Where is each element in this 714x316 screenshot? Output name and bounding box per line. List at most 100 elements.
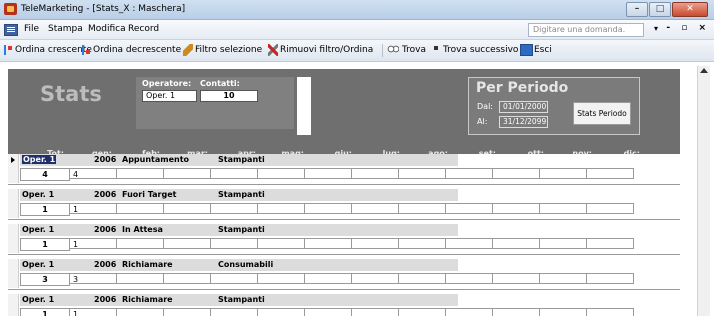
total-field[interactable]: 1 (20, 203, 70, 216)
record-operator[interactable]: Oper. 1 (22, 225, 54, 234)
record-block[interactable]: Oper. 1 2006 Appuntamento Stampanti 4 4 (8, 154, 680, 186)
help-question-input[interactable]: Digitare una domanda. (528, 23, 644, 37)
month-field[interactable] (304, 308, 352, 316)
record-block[interactable]: Oper. 1 2006 Fuori Target Stampanti 1 1 (8, 189, 680, 221)
record-status[interactable]: Fuori Target (122, 190, 176, 199)
record-year[interactable]: 2006 (94, 190, 116, 199)
month-field[interactable] (304, 168, 352, 179)
month-field[interactable] (539, 203, 587, 214)
month-field[interactable]: 1 (69, 238, 117, 249)
month-field[interactable] (539, 238, 587, 249)
mdi-window-controls[interactable]: - ▫ × (666, 23, 710, 33)
month-field[interactable] (492, 273, 540, 284)
record-selector[interactable] (8, 224, 19, 253)
find-button[interactable]: Trova (402, 45, 426, 55)
total-field[interactable]: 3 (20, 273, 70, 286)
month-field[interactable] (257, 203, 305, 214)
month-field[interactable] (398, 273, 446, 284)
month-field[interactable] (116, 308, 164, 316)
menu-modifica[interactable]: Modifica (88, 24, 126, 34)
month-field[interactable] (445, 203, 493, 214)
month-field[interactable] (351, 168, 399, 179)
record-operator[interactable]: Oper. 1 (22, 190, 54, 199)
month-field[interactable]: 1 (69, 308, 117, 316)
total-field[interactable]: 1 (20, 238, 70, 251)
month-field[interactable] (398, 168, 446, 179)
total-field[interactable]: 1 (20, 308, 70, 316)
month-field[interactable] (257, 238, 305, 249)
month-field[interactable] (492, 168, 540, 179)
record-type[interactable]: Stampanti (218, 225, 265, 234)
month-field[interactable] (163, 273, 211, 284)
record-type[interactable]: Consumabili (218, 260, 273, 269)
minimize-button[interactable]: – (626, 2, 648, 17)
month-field[interactable] (586, 273, 634, 284)
record-status[interactable]: Richiamare (122, 295, 173, 304)
record-selector[interactable] (8, 294, 19, 316)
month-field[interactable] (445, 273, 493, 284)
month-field[interactable] (351, 273, 399, 284)
month-field[interactable] (492, 203, 540, 214)
month-field[interactable] (163, 238, 211, 249)
record-block[interactable]: Oper. 1 2006 In Attesa Stampanti 1 1 (8, 224, 680, 256)
record-operator[interactable]: Oper. 1 (22, 295, 54, 304)
month-field[interactable] (445, 238, 493, 249)
month-field[interactable]: 4 (69, 168, 117, 179)
month-field[interactable] (398, 238, 446, 249)
month-field[interactable]: 3 (69, 273, 117, 284)
maximize-button[interactable]: □ (649, 2, 671, 17)
month-field[interactable] (210, 238, 258, 249)
exit-button[interactable]: Esci (534, 45, 552, 55)
title-bar[interactable]: TeleMarketing - [Stats_X : Maschera] – □… (0, 0, 714, 20)
operator-field[interactable]: Oper. 1 (142, 90, 197, 102)
month-field[interactable] (163, 308, 211, 316)
contacts-field[interactable]: 10 (200, 90, 258, 102)
menu-record[interactable]: Record (128, 24, 159, 34)
month-field[interactable] (210, 168, 258, 179)
month-field[interactable] (116, 203, 164, 214)
record-selector[interactable] (8, 154, 19, 183)
remove-filter-button[interactable]: Rimuovi filtro/Ordina (280, 45, 373, 55)
record-status[interactable]: Richiamare (122, 260, 173, 269)
record-type[interactable]: Stampanti (218, 155, 265, 164)
record-operator[interactable]: Oper. 1 (22, 260, 54, 269)
month-field[interactable]: 1 (69, 203, 117, 214)
month-field[interactable] (304, 203, 352, 214)
month-field[interactable] (492, 308, 540, 316)
month-field[interactable] (116, 168, 164, 179)
month-field[interactable] (539, 168, 587, 179)
month-field[interactable] (351, 308, 399, 316)
record-type[interactable]: Stampanti (218, 190, 265, 199)
month-field[interactable] (398, 203, 446, 214)
month-field[interactable] (210, 273, 258, 284)
record-block[interactable]: Oper. 1 2006 Richiamare Stampanti 1 1 (8, 294, 680, 316)
record-block[interactable]: Oper. 1 2006 Richiamare Consumabili 3 3 (8, 259, 680, 291)
month-field[interactable] (257, 308, 305, 316)
record-year[interactable]: 2006 (94, 155, 116, 164)
scroll-up-icon[interactable] (700, 68, 708, 73)
month-field[interactable] (586, 308, 634, 316)
month-field[interactable] (539, 273, 587, 284)
find-next-button[interactable]: Trova successivo (443, 45, 518, 55)
month-field[interactable] (163, 203, 211, 214)
record-selector[interactable] (8, 259, 19, 288)
stats-period-button[interactable]: Stats Periodo (573, 102, 631, 125)
record-year[interactable]: 2006 (94, 295, 116, 304)
total-field[interactable]: 4 (20, 168, 70, 181)
filter-selection-button[interactable]: Filtro selezione (195, 45, 262, 55)
vertical-scrollbar[interactable] (697, 66, 710, 316)
record-year[interactable]: 2006 (94, 225, 116, 234)
record-status[interactable]: In Attesa (122, 225, 163, 234)
record-year[interactable]: 2006 (94, 260, 116, 269)
month-field[interactable] (304, 273, 352, 284)
month-field[interactable] (210, 308, 258, 316)
month-field[interactable] (445, 308, 493, 316)
month-field[interactable] (539, 308, 587, 316)
sort-descending-button[interactable]: Ordina decrescente (93, 45, 181, 55)
to-date-field[interactable]: 31/12/2099 (499, 116, 548, 128)
month-field[interactable] (351, 203, 399, 214)
record-status[interactable]: Appuntamento (122, 155, 189, 164)
month-field[interactable] (257, 273, 305, 284)
month-field[interactable] (257, 168, 305, 179)
month-field[interactable] (116, 273, 164, 284)
